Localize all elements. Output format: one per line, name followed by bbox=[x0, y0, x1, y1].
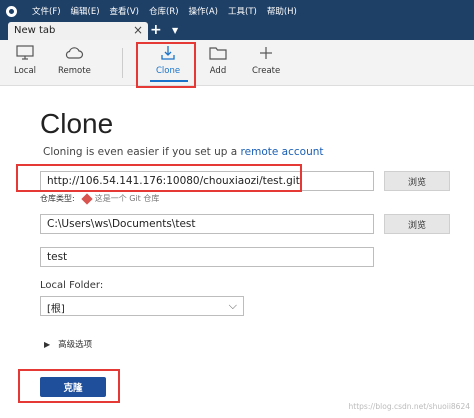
tab-strip: New tab × + ▼ bbox=[0, 22, 474, 40]
browse-destination-button[interactable]: 浏览 bbox=[384, 214, 450, 234]
folder-icon bbox=[208, 44, 228, 62]
caret-right-icon: ▶ bbox=[44, 339, 51, 349]
repo-type-row: 仓库类型: 这是一个 Git 仓库 bbox=[40, 192, 160, 205]
page-title: Clone bbox=[40, 108, 114, 139]
chevron-down-icon: ⌵ bbox=[228, 299, 237, 312]
remote-label: Remote bbox=[58, 66, 91, 76]
clone-label: Clone bbox=[156, 66, 181, 76]
monitor-icon bbox=[15, 44, 35, 62]
name-input[interactable]: test bbox=[40, 247, 374, 267]
local-label: Local bbox=[14, 66, 37, 76]
title-bar: 文件(F) 编辑(E) 查看(V) 仓库(R) 操作(A) 工具(T) 帮助(H… bbox=[0, 0, 474, 22]
local-folder-value: [根] bbox=[47, 304, 65, 315]
menu-repository[interactable]: 仓库(R) bbox=[149, 5, 179, 17]
repo-type-label: 仓库类型: bbox=[40, 194, 75, 203]
menu-tools[interactable]: 工具(T) bbox=[228, 5, 257, 17]
menu-actions[interactable]: 操作(A) bbox=[189, 5, 218, 17]
plus-icon bbox=[256, 44, 276, 62]
active-tab-indicator bbox=[150, 80, 188, 82]
subtitle-text: Cloning is even easier if you set up a bbox=[43, 146, 241, 158]
download-tray-icon bbox=[158, 44, 178, 62]
add-label: Add bbox=[209, 66, 227, 76]
advanced-options-toggle[interactable]: ▶ 高级选项 bbox=[44, 338, 93, 351]
watermark: https://blog.csdn.net/shuoii8624 bbox=[348, 402, 470, 411]
local-folder-select[interactable]: [根] ⌵ bbox=[40, 296, 244, 316]
repo-type-hint: 这是一个 Git 仓库 bbox=[94, 194, 160, 203]
create-button[interactable]: Create bbox=[252, 44, 280, 84]
page-subtitle: Cloning is even easier if you set up a r… bbox=[43, 146, 324, 158]
create-label: Create bbox=[252, 66, 281, 76]
destination-path-input[interactable]: C:\Users\ws\Documents\test bbox=[40, 214, 374, 234]
menu-view[interactable]: 查看(V) bbox=[110, 5, 139, 17]
cloud-icon bbox=[64, 44, 84, 62]
close-icon[interactable]: × bbox=[133, 23, 143, 37]
advanced-options-label: 高级选项 bbox=[58, 340, 93, 350]
menu-bar: 文件(F) 编辑(E) 查看(V) 仓库(R) 操作(A) 工具(T) 帮助(H… bbox=[32, 5, 307, 17]
clone-submit-button[interactable]: 克隆 bbox=[40, 377, 106, 397]
tab-new-tab[interactable]: New tab × bbox=[8, 22, 148, 40]
menu-help[interactable]: 帮助(H) bbox=[267, 5, 297, 17]
toolbar: Local Remote Clone Add Create bbox=[0, 40, 474, 86]
menu-edit[interactable]: 编辑(E) bbox=[71, 5, 100, 17]
sourcetree-logo-icon bbox=[0, 0, 22, 22]
local-folder-label: Local Folder: bbox=[40, 280, 104, 291]
remote-account-link[interactable]: remote account bbox=[241, 146, 324, 158]
clone-button[interactable]: Clone bbox=[156, 44, 180, 84]
local-button[interactable]: Local bbox=[14, 44, 36, 84]
browse-source-button[interactable]: 浏览 bbox=[384, 171, 450, 191]
git-icon bbox=[81, 192, 93, 205]
toolbar-divider bbox=[122, 48, 123, 78]
remote-button[interactable]: Remote bbox=[58, 44, 91, 84]
source-url-input[interactable]: http://106.54.141.176:10080/chouxiaozi/t… bbox=[40, 171, 374, 191]
add-button[interactable]: Add bbox=[208, 44, 228, 84]
add-tab-button[interactable]: + bbox=[150, 22, 162, 38]
tab-label: New tab bbox=[14, 25, 56, 36]
menu-file[interactable]: 文件(F) bbox=[32, 5, 61, 17]
tab-dropdown-icon[interactable]: ▼ bbox=[172, 26, 178, 35]
